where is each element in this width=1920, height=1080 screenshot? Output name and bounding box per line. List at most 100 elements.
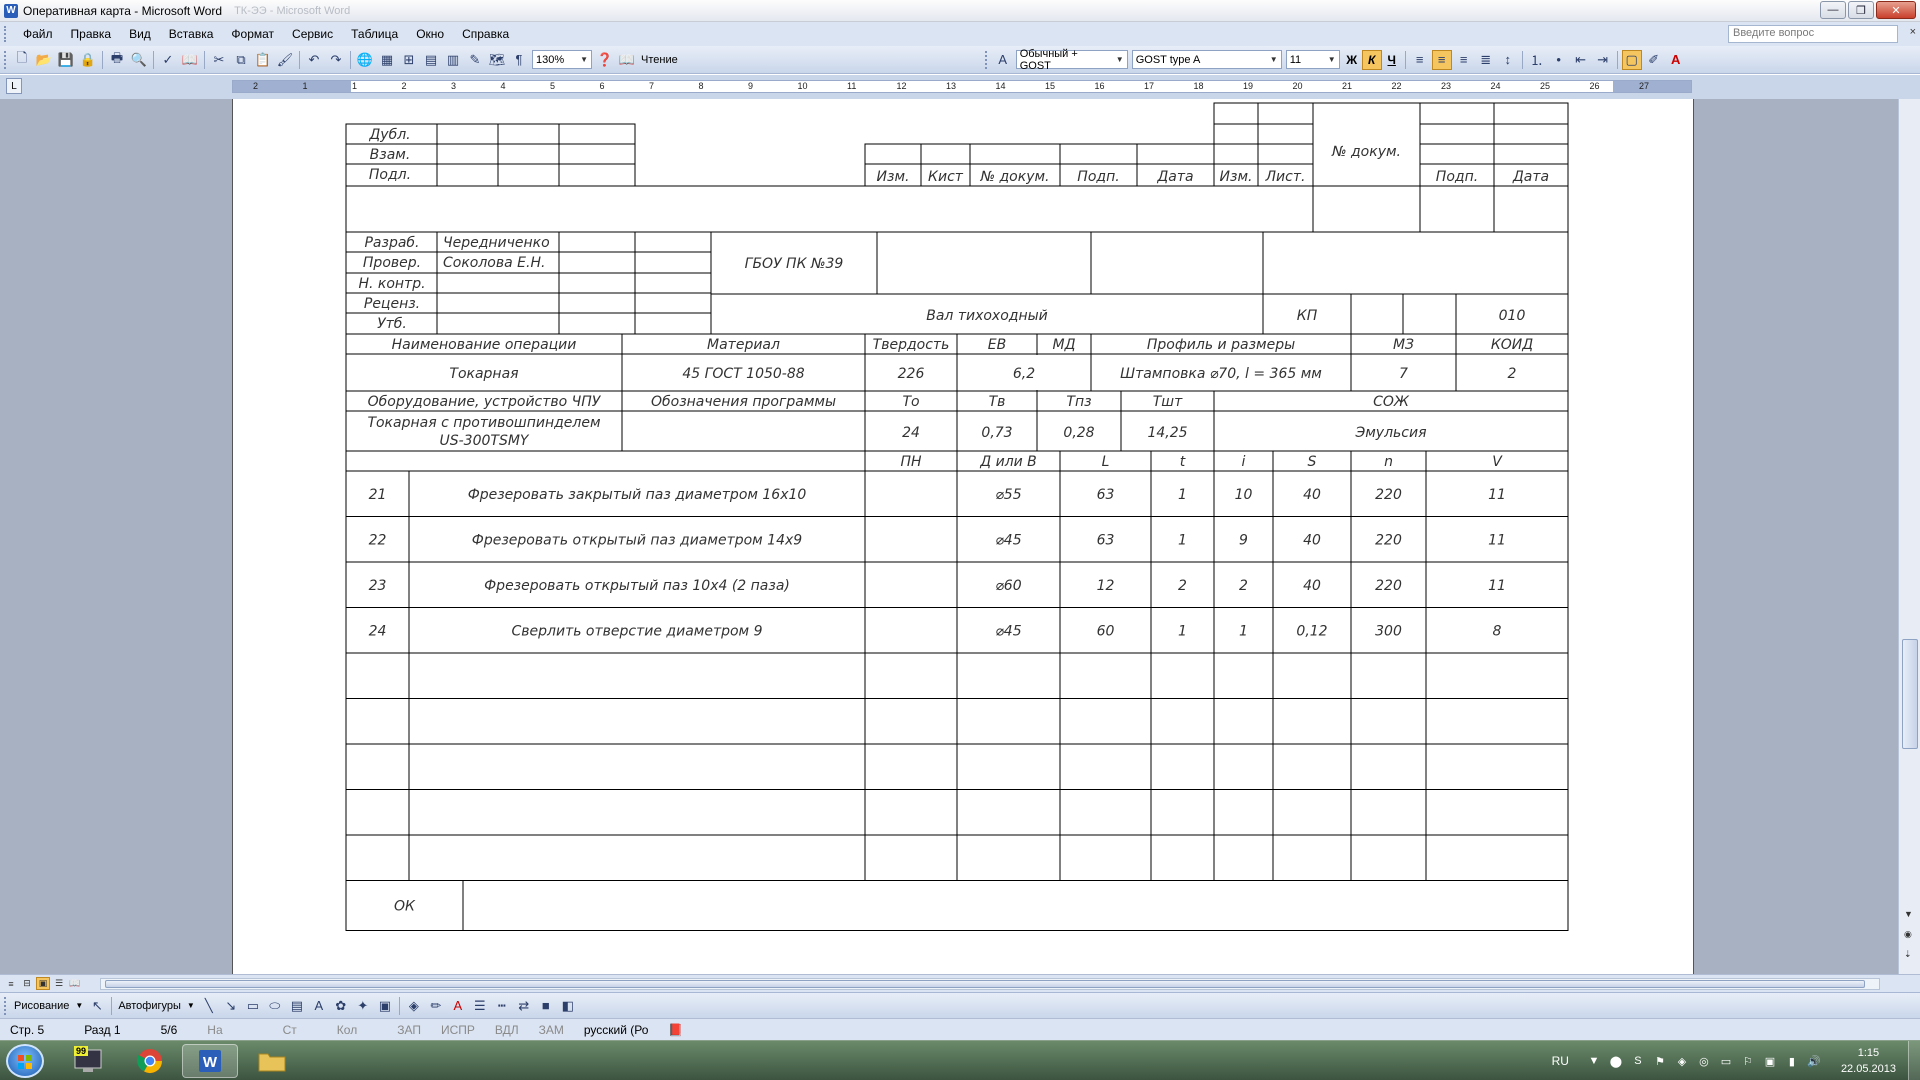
tray-wifi-icon[interactable]: ▮ [1785, 1054, 1799, 1068]
draw-font-color-icon[interactable]: A [448, 996, 468, 1016]
styles-formatting-icon[interactable]: A [993, 50, 1013, 70]
help-icon[interactable]: ❓ [595, 50, 615, 70]
status-record[interactable]: ЗАП [387, 1023, 431, 1037]
normal-view-icon[interactable]: ≡ [4, 977, 18, 990]
horizontal-ruler[interactable]: 2 1 1 2 3 4 5 6 7 8 9 10 11 12 13 14 15 16 17 18 19 20 21 22 23 2… [232, 80, 1692, 93]
document-map-icon[interactable]: 🗺 [487, 50, 507, 70]
insert-picture-icon[interactable]: ▣ [375, 996, 395, 1016]
insert-excel-icon[interactable]: ▤ [421, 50, 441, 70]
menu-grip[interactable] [4, 26, 8, 42]
reading-view-icon[interactable]: 📖 [68, 977, 82, 990]
undo-icon[interactable]: ↶ [304, 50, 324, 70]
insert-table-icon[interactable]: ⊞ [399, 50, 419, 70]
toolbar-grip[interactable] [4, 50, 7, 69]
menu-view[interactable]: Вид [120, 27, 160, 41]
dash-style-icon[interactable]: ┅ [492, 996, 512, 1016]
font-color-icon[interactable]: A [1666, 50, 1686, 70]
copy-icon[interactable]: ⧉ [231, 50, 251, 70]
bullets-icon[interactable]: • [1549, 50, 1569, 70]
bold-button[interactable]: Ж [1342, 50, 1362, 70]
menu-window[interactable]: Окно [407, 27, 453, 41]
redo-icon[interactable]: ↷ [326, 50, 346, 70]
status-overtype[interactable]: ЗАМ [529, 1023, 574, 1037]
font-select[interactable]: GOST type A ▼ [1131, 50, 1282, 69]
browse-object-icon[interactable]: ◉ [1904, 929, 1912, 940]
minimize-button[interactable]: — [1820, 1, 1846, 19]
line-icon[interactable]: ╲ [199, 996, 219, 1016]
menu-format[interactable]: Формат [222, 27, 283, 41]
italic-button[interactable]: К [1361, 49, 1382, 70]
menu-table[interactable]: Таблица [342, 27, 407, 41]
fill-color-icon[interactable]: ◈ [404, 996, 424, 1016]
cut-icon[interactable]: ✂ [209, 50, 229, 70]
select-objects-icon[interactable]: ↖ [87, 996, 107, 1016]
autoshapes-button[interactable]: Автофигуры [115, 1000, 184, 1012]
print-icon[interactable]: 🖶 [107, 50, 127, 70]
tray-display-icon[interactable]: ▣ [1763, 1054, 1777, 1068]
diagram-icon[interactable]: ✿ [331, 996, 351, 1016]
tray-app-icon[interactable]: ▼ [1587, 1054, 1601, 1068]
horizontal-scroll-thumb[interactable] [105, 980, 1865, 988]
show-desktop-button[interactable] [1908, 1041, 1920, 1080]
print-preview-icon[interactable]: 🔍 [129, 50, 149, 70]
vertical-scroll-thumb[interactable] [1902, 639, 1918, 749]
status-language[interactable]: русский (Ро [574, 1023, 659, 1037]
underline-button[interactable]: Ч [1382, 50, 1402, 70]
new-document-icon[interactable]: 🗋 [12, 50, 32, 70]
taskbar-word[interactable]: W [182, 1044, 238, 1078]
menu-insert[interactable]: Вставка [160, 27, 223, 41]
help-search-input[interactable]: Введите вопрос [1728, 25, 1898, 43]
align-right-icon[interactable]: ≡ [1454, 50, 1474, 70]
menu-tools[interactable]: Сервис [283, 27, 342, 41]
zoom-select[interactable]: 130% ▼ [532, 50, 592, 69]
justify-icon[interactable]: ≣ [1476, 50, 1496, 70]
tray-skype-icon[interactable]: S [1631, 1054, 1645, 1068]
paste-icon[interactable]: 📋 [253, 50, 273, 70]
menu-help[interactable]: Справка [453, 27, 518, 41]
menu-file[interactable]: Файл [14, 27, 62, 41]
close-button[interactable]: ✕ [1876, 1, 1916, 19]
tray-action-flag-icon[interactable]: ⚐ [1741, 1054, 1755, 1068]
format-painter-icon[interactable]: 🖌 [275, 50, 295, 70]
tray-update-icon[interactable]: ◎ [1697, 1054, 1711, 1068]
columns-icon[interactable]: ▥ [443, 50, 463, 70]
spelling-status-icon[interactable]: 📕 [658, 1023, 693, 1037]
tab-selector[interactable]: L [6, 78, 22, 94]
document-page[interactable]: Дубл. Взам. Подл. Изм. Кист № докум. Подп. Дата… [232, 99, 1694, 974]
numbering-icon[interactable]: ⒈ [1527, 50, 1547, 70]
status-track-changes[interactable]: ИСПР [431, 1023, 485, 1037]
hyperlink-icon[interactable]: 🌐 [355, 50, 375, 70]
borders-icon[interactable]: ▢ [1621, 49, 1642, 70]
drawing-icon[interactable]: ✎ [465, 50, 485, 70]
reading-mode-icon[interactable]: 📖 [617, 50, 637, 70]
wordart-icon[interactable]: A [309, 996, 329, 1016]
align-left-icon[interactable]: ≡ [1410, 50, 1430, 70]
vertical-scrollbar[interactable]: ▼ ◉ ⇣ [1898, 99, 1920, 974]
align-center-icon[interactable]: ≡ [1431, 49, 1452, 70]
spelling-icon[interactable]: ✓ [158, 50, 178, 70]
drawing-menu-button[interactable]: Рисование [11, 1000, 72, 1012]
line-spacing-icon[interactable]: ↕ [1498, 50, 1518, 70]
line-color-icon[interactable]: ✏ [426, 996, 446, 1016]
close-document-icon[interactable]: × [1910, 26, 1916, 38]
research-icon[interactable]: 📖 [180, 50, 200, 70]
outline-view-icon[interactable]: ☰ [52, 977, 66, 990]
style-select[interactable]: Обычный + GOST ▼ [1015, 48, 1128, 72]
menu-edit[interactable]: Правка [62, 27, 121, 41]
shadow-icon[interactable]: ■ [536, 996, 556, 1016]
status-extend[interactable]: ВДЛ [485, 1023, 529, 1037]
arrow-icon[interactable]: ↘ [221, 996, 241, 1016]
horizontal-scrollbar[interactable] [100, 978, 1880, 990]
permission-icon[interactable]: 🔒 [78, 50, 98, 70]
clipart-icon[interactable]: ✦ [353, 996, 373, 1016]
reading-mode-button[interactable]: Чтение [638, 54, 681, 66]
font-size-select[interactable]: 11 ▼ [1285, 50, 1340, 69]
taskbar-explorer[interactable] [244, 1044, 300, 1078]
next-page-icon[interactable]: ⇣ [1904, 949, 1912, 960]
tray-network-icon[interactable]: ⬤ [1609, 1054, 1623, 1068]
rectangle-icon[interactable]: ▭ [243, 996, 263, 1016]
print-layout-icon[interactable]: ▣ [36, 977, 50, 990]
oval-icon[interactable]: ⬭ [265, 996, 285, 1016]
line-style-icon[interactable]: ☰ [470, 996, 490, 1016]
decrease-indent-icon[interactable]: ⇤ [1571, 50, 1591, 70]
